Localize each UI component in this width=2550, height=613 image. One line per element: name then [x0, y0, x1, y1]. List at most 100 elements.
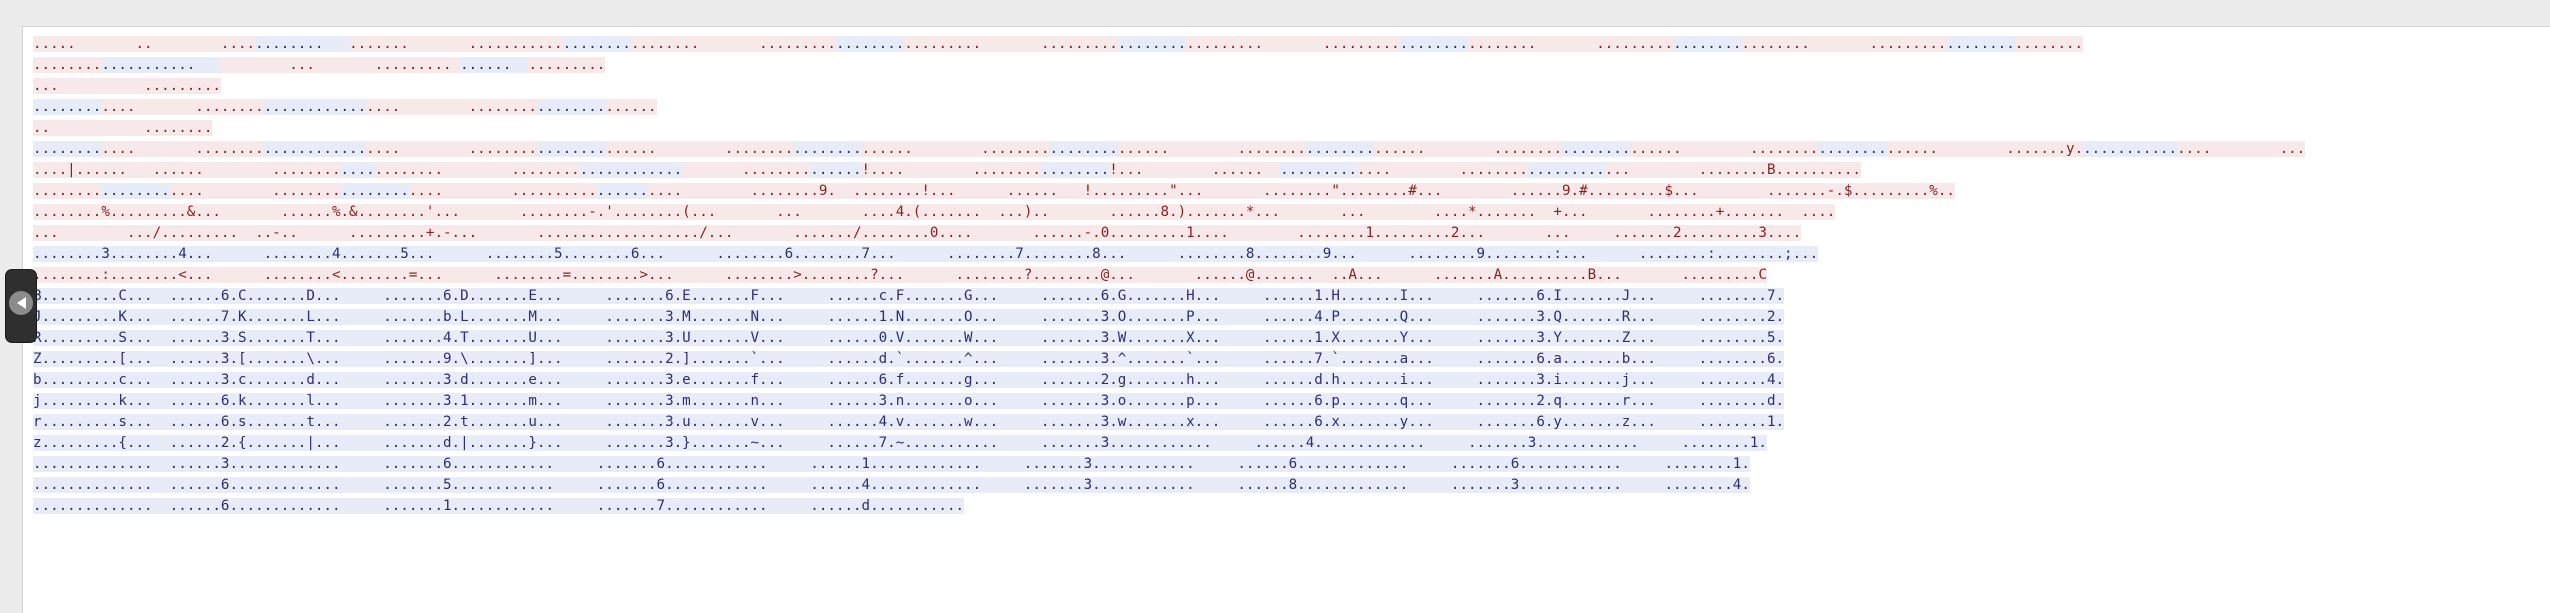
dump-segment: .............. ......6............. ....…: [33, 477, 1750, 493]
sidebar-toggle-button[interactable]: [6, 270, 36, 342]
dump-segment: .... ........: [169, 183, 341, 199]
dump-segment: z.........{... ......2.{.......|... ....…: [33, 435, 1767, 451]
dump-line: J.........K... ......7.K.......L... ....…: [33, 307, 2305, 328]
dump-segment: ........:........<... ........<........=…: [33, 267, 1767, 283]
dump-segment: ..... .. ....: [33, 36, 256, 52]
dump-segment: ........: [255, 36, 350, 52]
dump-segment: B.........C... ......6.C.......D... ....…: [33, 288, 1785, 304]
dump-segment: ............: [263, 141, 367, 157]
dump-line: ........:........<... ........<........=…: [33, 265, 2305, 286]
dump-segment: ....... ...........: [349, 36, 563, 52]
dump-segment: ........: [1117, 36, 1187, 52]
dump-segment: ...... ........: [1630, 141, 1819, 157]
dump-segment: .... ........9. ........!... ...... !...…: [648, 183, 1955, 199]
dump-line: .............. ......6............. ....…: [33, 475, 2305, 496]
dump-segment: .... ........: [366, 99, 537, 115]
dump-segment: ........3........4... ........4.......5.…: [33, 246, 1819, 262]
dump-segment: ........: [793, 141, 862, 157]
dump-segment: R.........S... ......3.S.......T... ....…: [33, 330, 1785, 346]
dump-segment: .... ...: [2177, 141, 2306, 157]
dump-segment: ........ .........: [1741, 36, 1947, 52]
dump-segment: Z.........[... ......3.[.......\... ....…: [33, 351, 1785, 367]
dump-segment: r.........s... ......6.s.......t... ....…: [33, 414, 1785, 430]
dump-line: ................... ... ......... ......…: [33, 55, 2305, 76]
hex-dump-viewer: ..... .. ............ ....... ..........…: [22, 26, 2550, 613]
dump-segment: ...... ........: [1117, 141, 1306, 157]
dump-segment: ........: [1399, 36, 1469, 52]
dump-segment: ............: [263, 99, 367, 115]
dump-line: j.........k... ......6.k.......l... ....…: [33, 391, 2305, 412]
dump-segment: ...... .......y.: [1886, 141, 2084, 157]
dump-segment: ... ........B..........: [1604, 162, 1861, 178]
dump-line: ........%.........&... ......%.&........…: [33, 202, 2305, 223]
dump-line: R.........S... ......3.S.......T... ....…: [33, 328, 2305, 349]
dump-segment: ...........: [2083, 141, 2178, 157]
dump-segment: ...... ........: [1374, 141, 1563, 157]
dump-line: ... .../......... ..-.. .........+.-... …: [33, 223, 2305, 244]
dump-segment: ......... .........: [1186, 36, 1400, 52]
dump-segment: .... ........: [1356, 162, 1528, 178]
dump-segment: ............: [579, 162, 683, 178]
dump-segment: ........: [2014, 36, 2084, 52]
dump-segment: .............. ......6............. ....…: [33, 498, 965, 514]
dump-segment: ........: [340, 183, 409, 199]
dump-segment: ......... .........: [904, 36, 1118, 52]
dump-line: Z.........[... ......3.[.......\... ....…: [33, 349, 2305, 370]
dump-segment: .............. ......3............. ....…: [33, 456, 1750, 472]
dump-segment: ........ .........: [630, 36, 836, 52]
dump-segment: ...... ........: [861, 141, 1050, 157]
dump-line: ............ ........................ ..…: [33, 97, 2305, 118]
dump-line: .................... ...................…: [33, 181, 2305, 202]
dump-line: ..... .. ............ ....... ..........…: [33, 34, 2305, 55]
dump-segment: ........: [1673, 36, 1742, 52]
dump-segment: j.........k... ......6.k.......l... ....…: [33, 393, 1785, 409]
dump-segment: ........: [1305, 141, 1375, 157]
dump-line: z.........{... ......2.{.......|... ....…: [33, 433, 2305, 454]
dump-line: ............ ........................ ..…: [33, 139, 2306, 160]
dump-segment: ........: [536, 99, 606, 115]
chevron-left-icon: [9, 291, 33, 315]
dump-segment: ........: [682, 162, 811, 178]
dump-segment: ........: [1818, 141, 1887, 157]
dump-segment: ........ ........: [374, 162, 580, 178]
dump-segment: ........: [33, 141, 102, 157]
dump-line: ... .........: [33, 76, 2305, 97]
dump-line: .............. ......6............. ....…: [33, 496, 2305, 517]
dump-line: ........3........4... ........4.......5.…: [33, 244, 2305, 265]
dump-segment: ........: [1049, 141, 1118, 157]
dump-segment: ......: [810, 162, 862, 178]
dump-segment: ......: [460, 57, 529, 73]
dump-segment: ........: [33, 99, 102, 115]
dump-segment: ........: [101, 183, 170, 199]
dump-segment: !.... ........: [861, 162, 1041, 178]
dump-segment: ....|...... ...... ........: [33, 162, 341, 178]
dump-line: r.........s... ......6.s.......t... ....…: [33, 412, 2305, 433]
dump-segment: ... .../......... ..-.. .........+.-... …: [33, 225, 1802, 241]
dump-segment: ....: [340, 162, 375, 178]
dump-line: b.........c... ......3.c.......d... ....…: [33, 370, 2305, 391]
dump-segment: ........: [33, 183, 102, 199]
dump-line: ....|...... ...... .................... …: [33, 160, 2305, 181]
dump-segment: ........: [1946, 36, 2015, 52]
dump-segment: .........: [528, 57, 606, 73]
dump-segment: ......: [605, 99, 657, 115]
dump-segment: ........ .........: [1468, 36, 1674, 52]
dump-segment: J.........K... ......7.K.......L... ....…: [33, 309, 1785, 325]
dump-segment: ........: [835, 36, 905, 52]
dump-line: .. ........: [33, 118, 2305, 139]
hex-dump-lines: ..... .. ............ ....... ..........…: [33, 34, 2306, 517]
dump-segment: ........: [562, 36, 631, 52]
dump-line: .............. ......3............. ....…: [33, 454, 2305, 475]
dump-segment: ...... ........: [605, 141, 794, 157]
dump-segment: ........: [1040, 162, 1110, 178]
dump-segment: ........: [33, 57, 102, 73]
dump-segment: .... ........: [366, 141, 537, 157]
dump-segment: ... .........: [220, 57, 461, 73]
dump-line: B.........C... ......6.C.......D... ....…: [33, 286, 2305, 307]
dump-segment: .... ..........: [408, 183, 597, 199]
dump-segment: .... ........: [101, 99, 264, 115]
dump-segment: .. ........: [33, 120, 213, 136]
dump-segment: ...........: [101, 57, 221, 73]
dump-segment: ........%.........&... ......%.&........…: [33, 204, 1836, 220]
dump-segment: b.........c... ......3.c.......d... ....…: [33, 372, 1785, 388]
